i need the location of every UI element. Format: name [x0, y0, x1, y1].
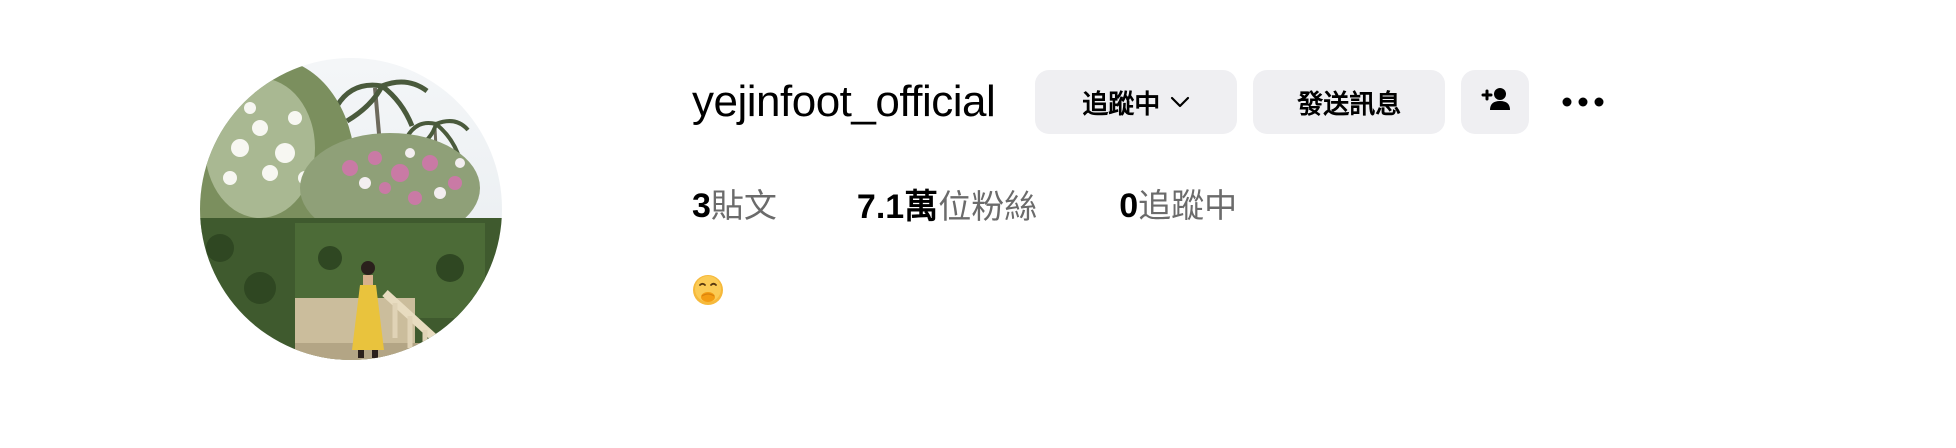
posts-count[interactable]: 3 貼文: [692, 179, 777, 227]
profile-avatar[interactable]: [200, 58, 502, 360]
add-person-icon: [1478, 86, 1512, 119]
following-count[interactable]: 0 追蹤中: [1119, 179, 1237, 227]
avatar-photo: [200, 58, 502, 360]
followers-count-label: 位粉絲: [938, 186, 1038, 226]
suggested-accounts-button[interactable]: [1461, 70, 1530, 134]
send-message-button[interactable]: 發送訊息: [1253, 70, 1446, 134]
followers-count-value: 7.1萬: [856, 187, 939, 226]
followers-count[interactable]: 7.1萬 位粉絲: [857, 179, 1037, 228]
profile-header: yejinfoot_official 追蹤中 發送訊息 3 貼文 7.1萬 位粉…: [0, 0, 1956, 448]
profile-bio: [692, 274, 1692, 310]
more-options-icon[interactable]: [1553, 70, 1613, 134]
profile-info: yejinfoot_official 追蹤中 發送訊息 3 貼文 7.1萬 位粉…: [692, 70, 1692, 310]
send-message-label: 發送訊息: [1297, 89, 1402, 120]
profile-actions-row: yejinfoot_official 追蹤中 發送訊息: [692, 70, 1692, 134]
posts-count-label: 貼文: [710, 186, 777, 225]
posts-count-value: 3: [692, 187, 711, 225]
following-button-label: 追蹤中: [1082, 89, 1161, 120]
following-count-label: 追蹤中: [1138, 186, 1238, 225]
following-button[interactable]: 追蹤中: [1035, 70, 1238, 134]
profile-stats: 3 貼文 7.1萬 位粉絲 0 追蹤中: [692, 178, 1692, 228]
face-with-hand-over-mouth-emoji: [693, 275, 723, 305]
following-count-value: 0: [1119, 187, 1139, 225]
chevron-down-icon: [1170, 96, 1190, 108]
username: yejinfoot_official: [692, 77, 996, 126]
